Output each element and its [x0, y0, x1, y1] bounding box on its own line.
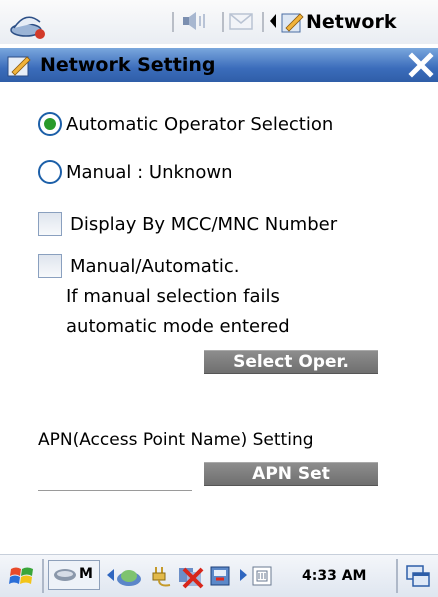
separator — [222, 12, 224, 32]
separator — [396, 559, 398, 593]
network-globe-icon[interactable] — [114, 563, 144, 589]
network-app-icon — [281, 13, 304, 33]
radio-selected-dot — [44, 118, 56, 130]
windows-satellite-icon[interactable] — [10, 8, 52, 40]
status-bar-title: Network — [306, 11, 397, 33]
separator — [262, 12, 264, 32]
mail-icon[interactable] — [228, 10, 254, 32]
note-line-1: If manual selection fails — [66, 286, 280, 307]
taskbar: M 4:33 AM — [0, 554, 438, 597]
apn-set-button[interactable]: APN Set — [204, 462, 378, 486]
back-arrow-icon[interactable] — [268, 10, 278, 32]
window-switch-icon[interactable] — [404, 563, 432, 589]
network-setting-icon — [7, 56, 31, 77]
battery-icon[interactable] — [250, 563, 274, 589]
drive-letter: M — [79, 566, 93, 582]
volume-muted-icon[interactable] — [182, 10, 210, 32]
display-mcc-label: Display By MCC/MNC Number — [70, 213, 338, 235]
manual-auto-checkbox[interactable] — [38, 254, 62, 278]
display-mcc-checkbox[interactable] — [38, 212, 62, 236]
clock[interactable]: 4:33 AM — [302, 568, 366, 584]
auto-operator-label: Automatic Operator Selection — [66, 113, 334, 135]
phone-icon[interactable] — [208, 563, 234, 589]
drive-m-button[interactable]: M — [48, 560, 100, 590]
apn-label: APN(Access Point Name) Setting — [38, 430, 314, 450]
power-plug-icon[interactable] — [150, 563, 176, 589]
close-button[interactable] — [404, 48, 438, 82]
display-mcc-option[interactable]: Display By MCC/MNC Number — [38, 212, 337, 236]
auto-operator-option[interactable]: Automatic Operator Selection — [38, 112, 333, 136]
manual-operator-option[interactable]: Manual : Unknown — [38, 160, 232, 184]
apn-input-field[interactable] — [38, 490, 192, 491]
note-line-2: automatic mode entered — [66, 316, 290, 337]
manual-auto-label: Manual/Automatic. — [70, 255, 240, 277]
manual-operator-label: Manual : Unknown — [66, 161, 233, 183]
separator — [42, 559, 44, 593]
no-connection-icon[interactable] — [176, 563, 206, 589]
auto-operator-radio[interactable] — [38, 112, 62, 136]
start-flag-icon[interactable] — [8, 563, 36, 589]
separator — [172, 12, 174, 32]
window-title-bar: Network Setting — [0, 48, 438, 82]
manual-auto-option[interactable]: Manual/Automatic. — [38, 254, 240, 278]
drive-m-icon — [54, 569, 76, 581]
close-icon — [408, 52, 434, 78]
top-status-bar: Network — [0, 0, 438, 44]
window-title: Network Setting — [40, 54, 216, 76]
select-operator-button[interactable]: Select Oper. — [204, 350, 378, 374]
right-arrow-icon[interactable] — [238, 563, 250, 587]
manual-operator-radio[interactable] — [38, 160, 62, 184]
